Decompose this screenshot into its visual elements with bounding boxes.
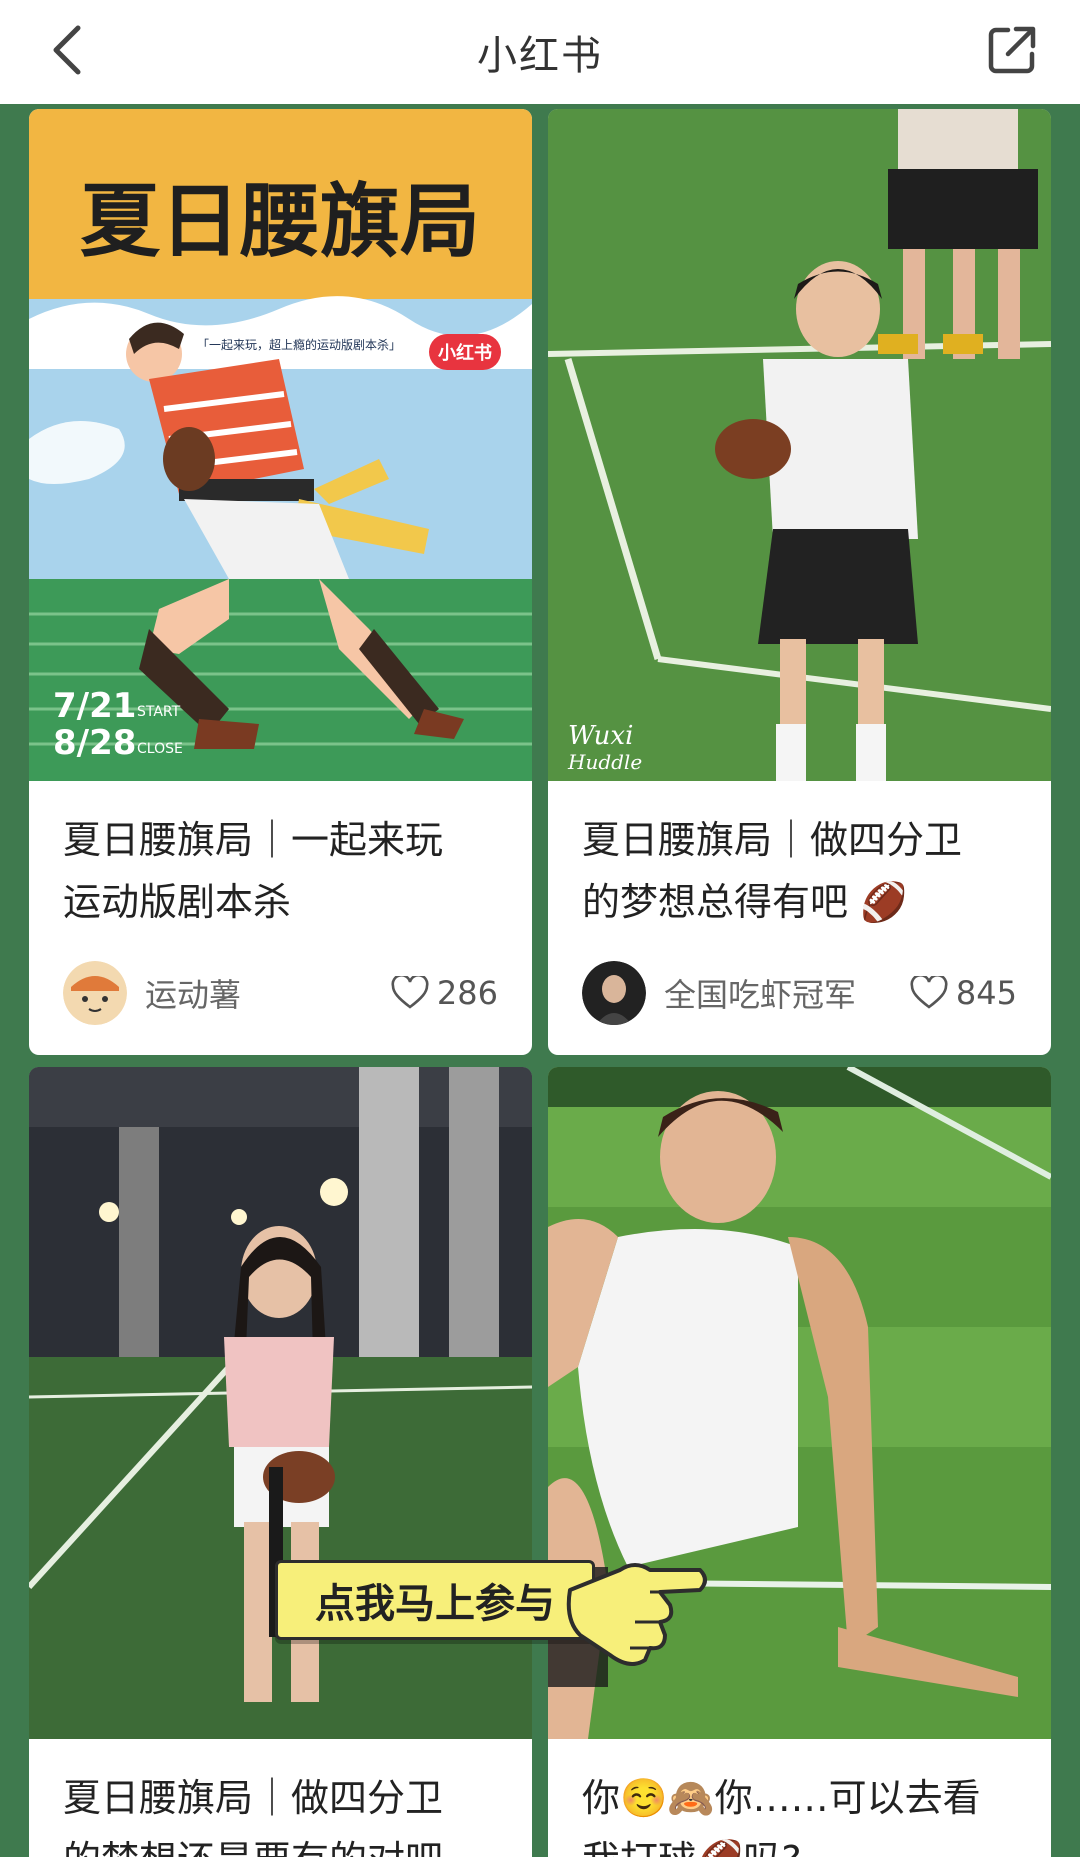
note-title[interactable]: 夏日腰旗局｜做四分卫 的梦想还是要有的对吧 — [63, 1767, 502, 1857]
like-button[interactable]: 845 — [910, 974, 1017, 1012]
join-now-button[interactable]: 点我马上参与 — [275, 1560, 595, 1640]
poster-close-label: CLOSE — [137, 741, 183, 757]
back-button[interactable] — [36, 18, 100, 82]
note-meta: 全国吃虾冠军 845 — [582, 961, 1017, 1025]
like-count: 286 — [436, 974, 498, 1012]
external-link-icon — [988, 26, 1036, 74]
note-meta: 运动薯 286 — [63, 961, 498, 1025]
like-count: 845 — [955, 974, 1017, 1012]
avatar[interactable] — [582, 961, 646, 1025]
watermark-line2: Huddle — [567, 750, 642, 774]
page-title: 小红书 — [477, 33, 603, 79]
note-card[interactable]: 夏日腰旗局｜做四分卫 的梦想还是要有的对吧 — [29, 1067, 532, 1857]
heart-icon — [391, 976, 429, 1009]
share-button[interactable] — [980, 18, 1044, 82]
poster-close-date: 8/28 — [53, 723, 136, 763]
note-card[interactable]: Wuxi Huddle 夏日腰旗局｜做四分卫 的梦想总得有吧 🏈 全国吃虾冠军 — [548, 109, 1051, 1055]
chevron-left-icon — [53, 25, 81, 75]
like-button[interactable]: 286 — [391, 974, 498, 1012]
note-cover-image[interactable]: 夏日腰旗局 「一起来玩，超上瘾的运动版剧本杀」 小红书 7/21 START 8… — [29, 109, 532, 781]
author-name[interactable]: 运动薯 — [145, 970, 391, 1016]
note-cover-image[interactable]: Wuxi Huddle — [548, 109, 1051, 781]
watermark-line1: Wuxi — [568, 721, 633, 751]
poster-start-label: START — [137, 704, 181, 720]
author-name[interactable]: 全国吃虾冠军 — [664, 970, 910, 1016]
poster-start-date: 7/21 — [53, 686, 136, 726]
poster-title: 夏日腰旗局 — [80, 175, 480, 268]
pointing-hand-icon[interactable] — [560, 1530, 710, 1670]
poster-brand: 小红书 — [438, 342, 492, 364]
poster-subtitle: 「一起来玩，超上瘾的运动版剧本杀」 — [197, 337, 401, 352]
avatar[interactable] — [63, 961, 127, 1025]
top-bar: 小红书 — [0, 0, 1080, 104]
heart-icon — [910, 976, 948, 1009]
note-title[interactable]: 你☺️🙈你……可以去看 我打球🏈吗? — [582, 1767, 1021, 1857]
note-title[interactable]: 夏日腰旗局｜做四分卫 的梦想总得有吧 🏈 — [582, 809, 1021, 933]
note-card[interactable]: 夏日腰旗局 「一起来玩，超上瘾的运动版剧本杀」 小红书 7/21 START 8… — [29, 109, 532, 1055]
note-title[interactable]: 夏日腰旗局｜一起来玩 运动版剧本杀 — [63, 809, 502, 933]
note-feed[interactable]: 夏日腰旗局 「一起来玩，超上瘾的运动版剧本杀」 小红书 7/21 START 8… — [0, 104, 1080, 1857]
note-card[interactable]: 你☺️🙈你……可以去看 我打球🏈吗? — [548, 1067, 1051, 1857]
